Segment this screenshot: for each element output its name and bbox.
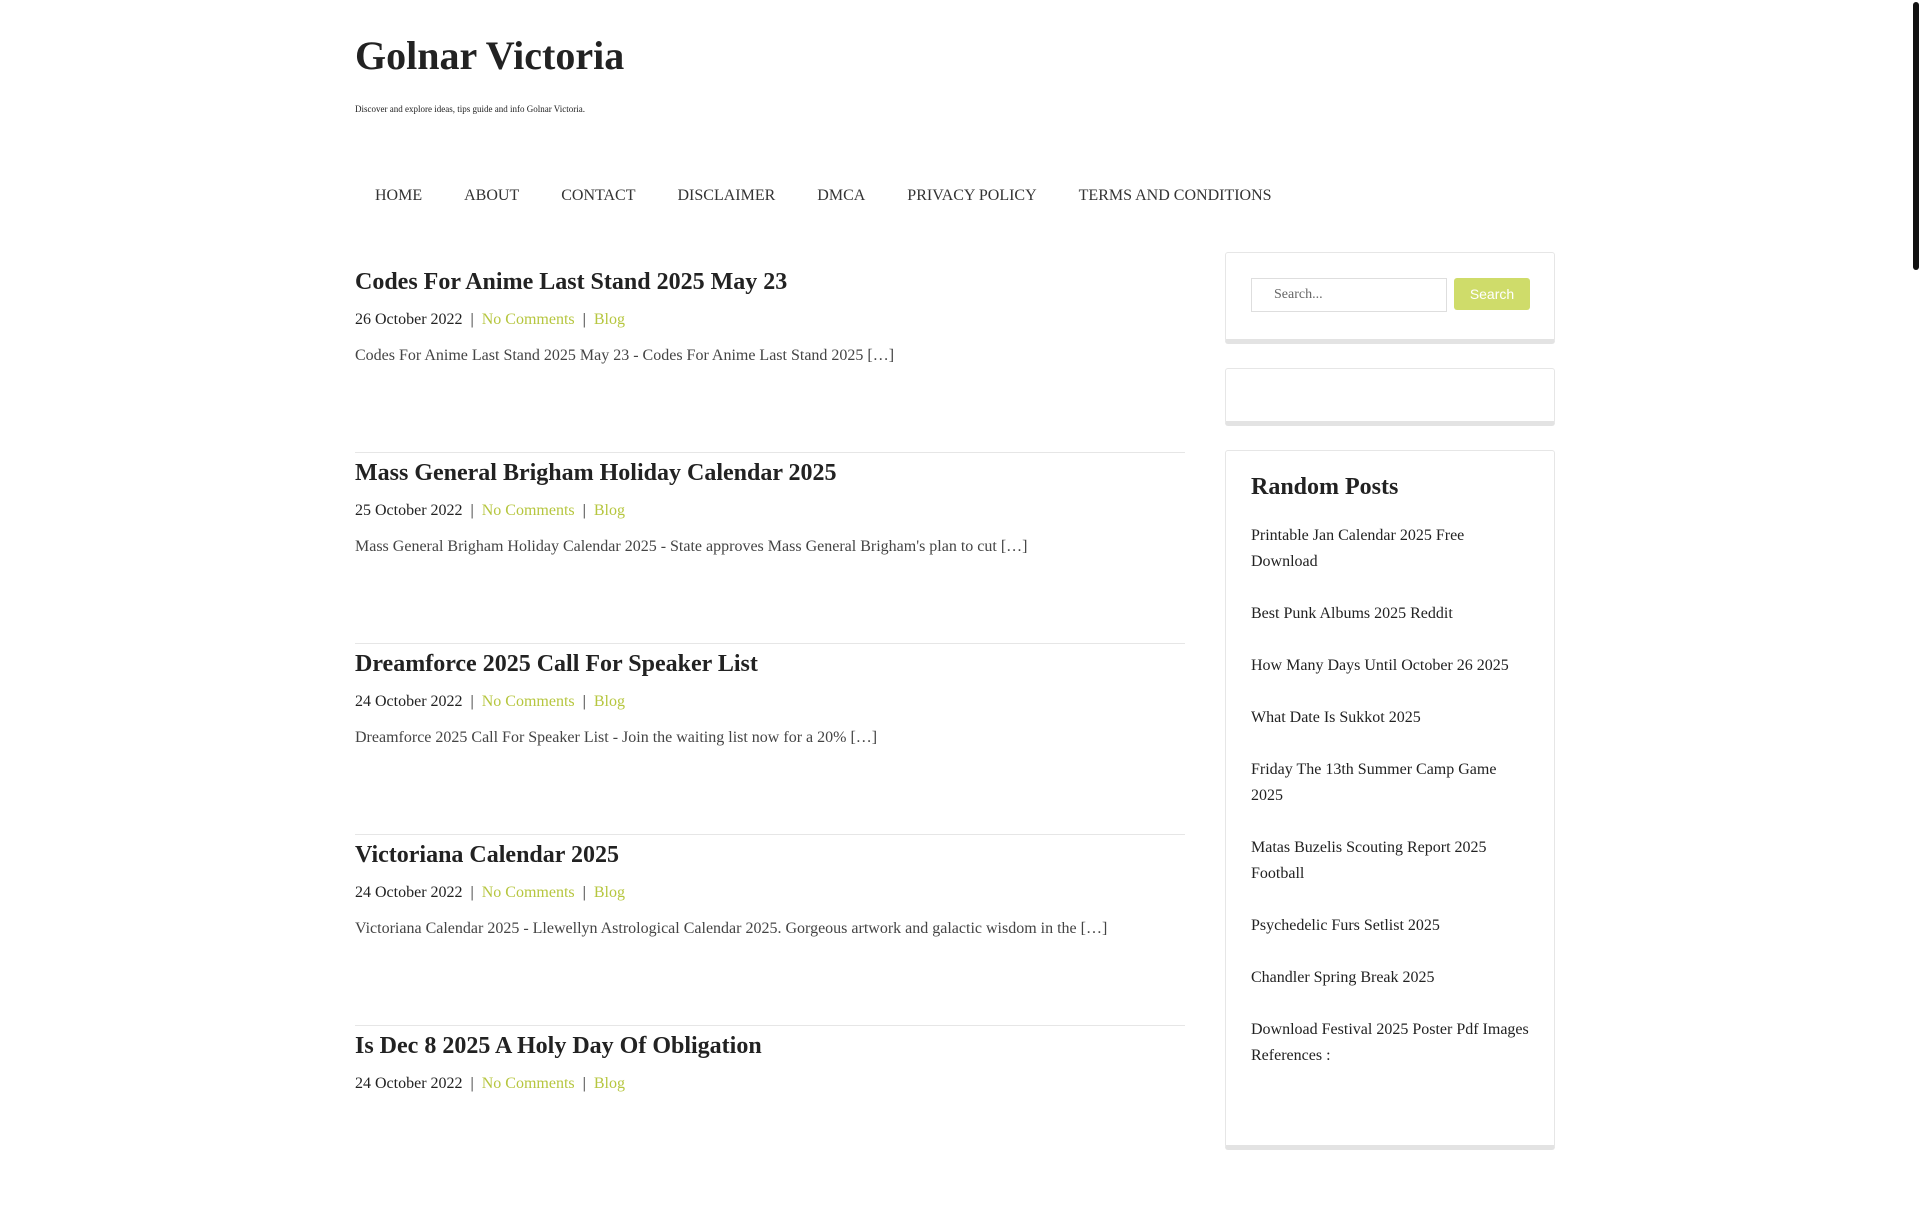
- post-comments-link[interactable]: No Comments: [482, 1075, 575, 1092]
- meta-separator: |: [582, 693, 586, 710]
- post-category-link[interactable]: Blog: [594, 311, 625, 328]
- post-date: 25 October 2022: [355, 502, 463, 519]
- post-list: Codes For Anime Last Stand 2025 May 23 2…: [355, 262, 1185, 1216]
- page-scrollbar[interactable]: [1913, 0, 1920, 1080]
- post-excerpt: Victoriana Calendar 2025 - Llewellyn Ast…: [355, 920, 1108, 937]
- scrollbar-thumb[interactable]: [1913, 2, 1919, 270]
- post-item: Dreamforce 2025 Call For Speaker List 24…: [355, 644, 1185, 835]
- nav-dmca[interactable]: DMCA: [796, 184, 886, 208]
- post-excerpt: Dreamforce 2025 Call For Speaker List - …: [355, 729, 878, 746]
- post-comments-link[interactable]: No Comments: [482, 502, 575, 519]
- post-title[interactable]: Mass General Brigham Holiday Calendar 20…: [355, 457, 837, 489]
- random-post-link[interactable]: Psychedelic Furs Setlist 2025: [1251, 913, 1529, 939]
- post-comments-link[interactable]: No Comments: [482, 884, 575, 901]
- nav-home[interactable]: HOME: [355, 184, 443, 208]
- post-excerpt: Mass General Brigham Holiday Calendar 20…: [355, 538, 1028, 555]
- post-title[interactable]: Dreamforce 2025 Call For Speaker List: [355, 648, 758, 680]
- random-posts-title: Random Posts: [1251, 474, 1399, 500]
- search-input[interactable]: [1251, 278, 1447, 312]
- post-category-link[interactable]: Blog: [594, 502, 625, 519]
- post-category-link[interactable]: Blog: [594, 884, 625, 901]
- post-category-link[interactable]: Blog: [594, 1075, 625, 1092]
- post-meta: 26 October 2022 | No Comments | Blog: [355, 309, 625, 331]
- post-category-link[interactable]: Blog: [594, 693, 625, 710]
- post-comments-link[interactable]: No Comments: [482, 311, 575, 328]
- nav-about[interactable]: ABOUT: [443, 184, 540, 208]
- post-date: 24 October 2022: [355, 884, 463, 901]
- nav-disclaimer[interactable]: DISCLAIMER: [657, 184, 797, 208]
- meta-separator: |: [582, 884, 586, 901]
- post-meta: 25 October 2022 | No Comments | Blog: [355, 500, 625, 522]
- random-posts-list: Printable Jan Calendar 2025 Free Downloa…: [1251, 523, 1529, 1069]
- random-post-link[interactable]: Printable Jan Calendar 2025 Free Downloa…: [1251, 523, 1529, 575]
- random-post-link[interactable]: Friday The 13th Summer Camp Game 2025: [1251, 757, 1529, 809]
- post-excerpt: Codes For Anime Last Stand 2025 May 23 -…: [355, 347, 895, 364]
- site-description: Discover and explore ideas, tips guide a…: [355, 104, 585, 114]
- meta-separator: |: [470, 1075, 474, 1092]
- meta-separator: |: [582, 311, 586, 328]
- meta-separator: |: [470, 884, 474, 901]
- random-post-link[interactable]: Best Punk Albums 2025 Reddit: [1251, 601, 1529, 627]
- meta-separator: |: [582, 502, 586, 519]
- meta-separator: |: [582, 1075, 586, 1092]
- post-title[interactable]: Is Dec 8 2025 A Holy Day Of Obligation: [355, 1030, 762, 1062]
- random-post-link[interactable]: Download Festival 2025 Poster Pdf Images…: [1251, 1017, 1529, 1069]
- search-button[interactable]: Search: [1454, 278, 1530, 310]
- random-posts-widget: Random Posts Printable Jan Calendar 2025…: [1225, 450, 1555, 1150]
- post-item: Is Dec 8 2025 A Holy Day Of Obligation 2…: [355, 1026, 1185, 1216]
- post-date: 26 October 2022: [355, 311, 463, 328]
- post-meta: 24 October 2022 | No Comments | Blog: [355, 691, 625, 713]
- post-title[interactable]: Codes For Anime Last Stand 2025 May 23: [355, 266, 787, 298]
- post-title[interactable]: Victoriana Calendar 2025: [355, 839, 619, 871]
- nav-terms-and-conditions[interactable]: TERMS AND CONDITIONS: [1058, 184, 1293, 208]
- post-date: 24 October 2022: [355, 693, 463, 710]
- nav-contact[interactable]: CONTACT: [540, 184, 656, 208]
- site-title[interactable]: Golnar Victoria: [355, 32, 624, 80]
- sidebar: Search Random Posts Printable Jan Calend…: [1225, 252, 1555, 1150]
- post-item: Mass General Brigham Holiday Calendar 20…: [355, 453, 1185, 644]
- post-meta: 24 October 2022 | No Comments | Blog: [355, 1073, 625, 1095]
- empty-widget: [1225, 368, 1555, 426]
- random-post-link[interactable]: Matas Buzelis Scouting Report 2025 Footb…: [1251, 835, 1529, 887]
- post-date: 24 October 2022: [355, 1075, 463, 1092]
- random-post-link[interactable]: What Date Is Sukkot 2025: [1251, 705, 1529, 731]
- post-meta: 24 October 2022 | No Comments | Blog: [355, 882, 625, 904]
- meta-separator: |: [470, 502, 474, 519]
- post-item: Codes For Anime Last Stand 2025 May 23 2…: [355, 262, 1185, 453]
- random-post-link[interactable]: How Many Days Until October 26 2025: [1251, 653, 1529, 679]
- meta-separator: |: [470, 311, 474, 328]
- meta-separator: |: [470, 693, 474, 710]
- random-post-link[interactable]: Chandler Spring Break 2025: [1251, 965, 1529, 991]
- main-nav: HOME ABOUT CONTACT DISCLAIMER DMCA PRIVA…: [355, 184, 1293, 208]
- nav-privacy-policy[interactable]: PRIVACY POLICY: [886, 184, 1057, 208]
- search-widget: Search: [1225, 252, 1555, 344]
- post-item: Victoriana Calendar 2025 24 October 2022…: [355, 835, 1185, 1026]
- post-comments-link[interactable]: No Comments: [482, 693, 575, 710]
